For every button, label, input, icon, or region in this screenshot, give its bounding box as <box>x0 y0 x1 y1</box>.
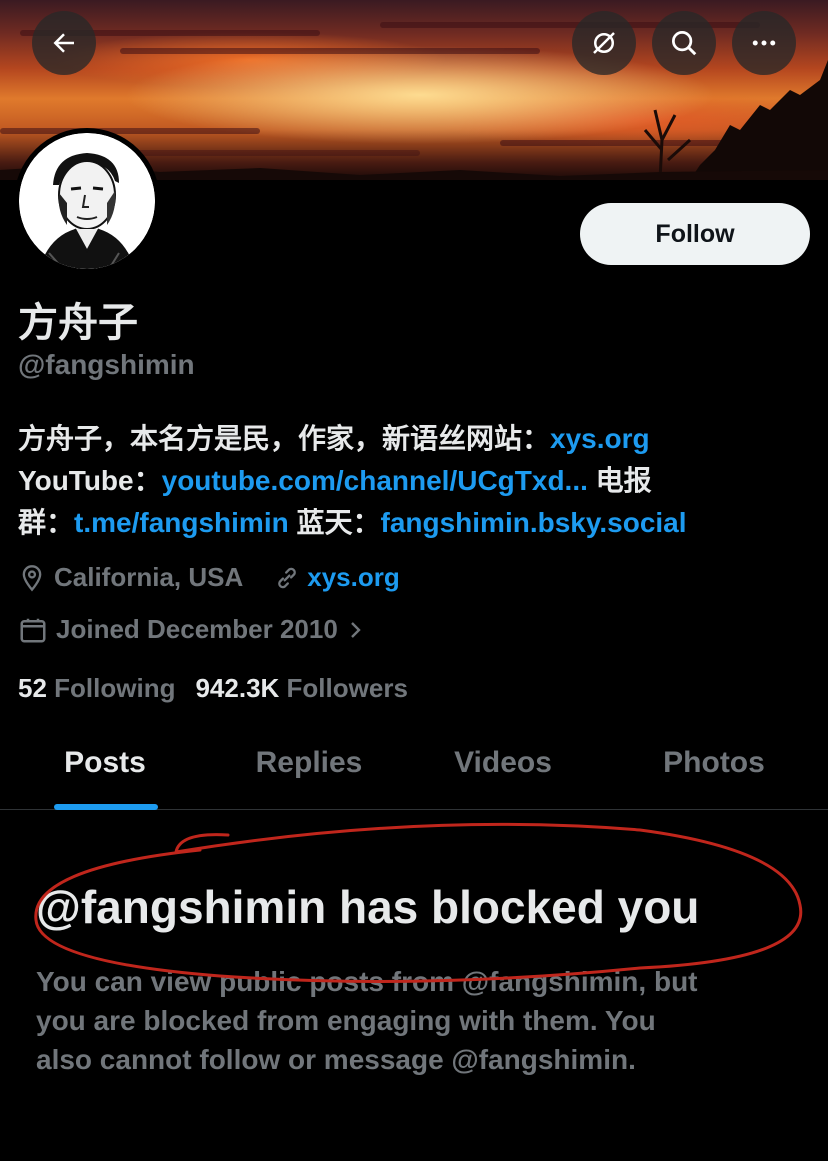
profile-tabs: Posts Replies Videos Photos <box>0 730 828 810</box>
chevron-right-icon <box>348 618 364 642</box>
profile-meta-location: California, USA xys.org <box>18 562 400 593</box>
followers-label: Followers <box>286 673 408 703</box>
joined-text: Joined December 2010 <box>56 614 338 644</box>
tab-videos[interactable]: Videos <box>432 746 574 780</box>
bio-text: 方舟子，本名方是民，作家，新语丝网站： <box>18 423 551 454</box>
back-button[interactable] <box>32 11 96 75</box>
bio-text: 群： <box>18 507 75 538</box>
mute-toggle-button[interactable] <box>572 11 636 75</box>
following-label: Following <box>54 673 176 703</box>
active-tab-indicator <box>54 804 158 810</box>
blocked-title: @fangshimin has blocked you <box>36 881 700 933</box>
following-link[interactable]: 52 Following <box>18 673 175 704</box>
blocked-description-line: you are blocked from engaging with them.… <box>36 1005 656 1036</box>
more-horizontal-icon <box>749 28 779 58</box>
follow-button[interactable]: Follow <box>580 203 810 265</box>
profile-meta-joined[interactable]: Joined December 2010 <box>18 614 364 645</box>
search-icon <box>669 28 699 58</box>
blocked-description-line: also cannot follow or message @fangshimi… <box>36 1044 636 1075</box>
followers-link[interactable]: 942.3K Followers <box>195 673 407 704</box>
link-icon <box>273 564 301 592</box>
display-name: 方舟子 <box>18 301 138 345</box>
arrow-left-icon <box>49 28 79 58</box>
bio-text: 蓝天： <box>288 507 381 538</box>
bio-text: 电报 <box>587 465 652 496</box>
bio-link-telegram[interactable]: t.me/fangshimin <box>74 507 289 538</box>
profile-handle: @fangshimin <box>18 349 195 380</box>
website-link[interactable]: xys.org <box>307 562 400 593</box>
circle-slash-icon <box>589 28 619 58</box>
avatar-portrait <box>19 133 155 269</box>
bio-text: YouTube： <box>18 465 162 496</box>
bio-link-bluesky[interactable]: fangshimin.bsky.social <box>381 507 687 538</box>
followers-count: 942.3K <box>195 673 280 703</box>
blocked-description-line: You can view public posts from @fangshim… <box>36 966 698 997</box>
location-pin-icon <box>18 563 46 593</box>
tab-replies[interactable]: Replies <box>236 746 382 780</box>
profile-bio: 方舟子，本名方是民，作家，新语丝网站：xys.org YouTube：youtu… <box>18 418 818 544</box>
bio-link-xys[interactable]: xys.org <box>550 423 650 454</box>
profile-stats: 52 Following 942.3K Followers <box>18 673 408 704</box>
tab-posts[interactable]: Posts <box>42 746 168 780</box>
more-options-button[interactable] <box>732 11 796 75</box>
search-button[interactable] <box>652 11 716 75</box>
following-count: 52 <box>18 673 47 703</box>
location-text: California, USA <box>54 562 244 592</box>
calendar-icon <box>18 615 48 645</box>
blocked-description: You can view public posts from @fangshim… <box>36 962 816 1079</box>
bio-link-youtube[interactable]: youtube.com/channel/UCgTxd... <box>162 465 588 496</box>
avatar[interactable] <box>14 128 160 274</box>
tab-photos[interactable]: Photos <box>640 746 788 780</box>
